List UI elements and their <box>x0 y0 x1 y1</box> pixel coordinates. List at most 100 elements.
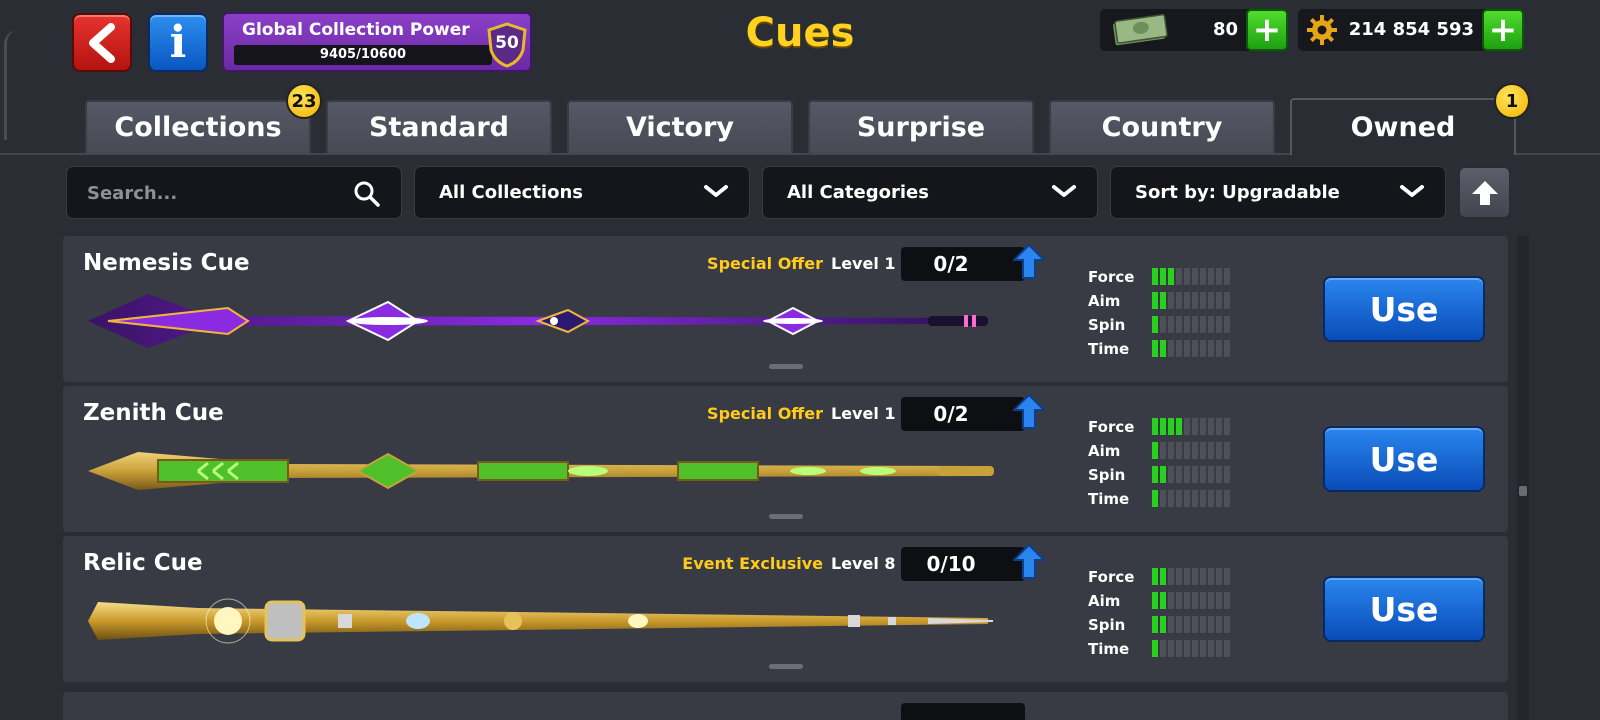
add-cash-button[interactable]: + <box>1246 9 1288 51</box>
stat-row-spin: Spin <box>1088 464 1268 488</box>
stat-segment <box>1184 616 1190 633</box>
stat-segment <box>1192 268 1198 285</box>
coins-value: 214 854 593 <box>1348 19 1474 40</box>
tab-owned[interactable]: Owned <box>1290 98 1516 155</box>
search-box[interactable] <box>66 166 402 219</box>
offer-label: Special Offer <box>707 254 823 273</box>
stat-segment <box>1176 592 1182 609</box>
stat-segment <box>1168 592 1174 609</box>
level-progress-bar: 0/10 <box>901 547 1025 581</box>
stat-segment <box>1168 340 1174 357</box>
cue-stats: Force Aim Spin Time <box>1088 566 1268 662</box>
stat-label: Aim <box>1088 592 1121 610</box>
use-button[interactable]: Use <box>1323 576 1485 642</box>
back-button[interactable] <box>72 13 132 72</box>
cue-level: Level 1 <box>831 404 896 423</box>
stat-segment <box>1176 340 1182 357</box>
stat-segment <box>1208 316 1214 333</box>
level-progress-bar: 0/2 <box>901 397 1025 431</box>
sort-direction-button[interactable] <box>1458 166 1511 219</box>
info-button[interactable]: i <box>148 13 208 72</box>
upgrade-arrow-icon[interactable] <box>1013 394 1045 430</box>
stat-segment <box>1168 640 1174 657</box>
stat-segment <box>1168 268 1174 285</box>
expand-handle[interactable] <box>769 364 803 369</box>
stat-segment <box>1216 292 1222 309</box>
tab-victory[interactable]: Victory <box>567 100 793 153</box>
stat-segment <box>1224 568 1230 585</box>
stat-segment <box>1168 442 1174 459</box>
cash-icon <box>1112 13 1168 46</box>
arrow-up-icon <box>1471 180 1498 205</box>
stat-segment <box>1216 616 1222 633</box>
stat-label: Spin <box>1088 616 1126 634</box>
stat-label: Time <box>1088 340 1130 358</box>
stat-segment <box>1208 292 1214 309</box>
level-progress-text: 0/2 <box>933 252 969 276</box>
tab-label: Surprise <box>856 112 986 143</box>
stat-segment <box>1208 568 1214 585</box>
cue-card-partial <box>63 692 1508 720</box>
search-icon <box>354 181 380 207</box>
stat-segment <box>1184 442 1190 459</box>
tab-label: Victory <box>625 112 735 143</box>
stat-row-aim: Aim <box>1088 290 1268 314</box>
tab-label: Owned <box>1350 112 1456 143</box>
expand-handle[interactable] <box>769 514 803 519</box>
stat-bar-time <box>1152 490 1230 507</box>
stat-segment <box>1184 490 1190 507</box>
add-coins-button[interactable]: + <box>1482 9 1524 51</box>
stat-segment <box>1200 466 1206 483</box>
use-button[interactable]: Use <box>1323 276 1485 342</box>
scrollbar-thumb[interactable] <box>1519 486 1527 496</box>
stat-segment <box>1192 616 1198 633</box>
stat-segment <box>1208 442 1214 459</box>
stat-segment <box>1208 640 1214 657</box>
sort-select[interactable]: Sort by: Upgradable <box>1110 166 1446 219</box>
cue-card[interactable]: Zenith Cue Special Offer Level 1 0/2 For… <box>63 386 1508 532</box>
global-collection-power[interactable]: Global Collection Power 9405/10600 50 <box>222 12 532 72</box>
stat-segment <box>1160 340 1166 357</box>
collection-select[interactable]: All Collections <box>414 166 750 219</box>
stat-segment <box>1200 592 1206 609</box>
frame-curve <box>4 30 18 140</box>
tab-collections[interactable]: Collections <box>85 100 311 153</box>
scrollbar[interactable] <box>1517 236 1529 720</box>
stat-segment <box>1192 442 1198 459</box>
tab-standard[interactable]: Standard <box>326 100 552 153</box>
search-input[interactable] <box>87 179 337 207</box>
cue-card[interactable]: Nemesis Cue Special Offer Level 1 0/2 Fo… <box>63 236 1508 382</box>
stat-segment <box>1168 568 1174 585</box>
plus-icon: + <box>1488 10 1518 50</box>
stat-segment <box>1176 442 1182 459</box>
stat-segment <box>1152 292 1158 309</box>
offer-label: Event Exclusive <box>682 554 823 573</box>
cue-image <box>88 598 993 644</box>
tab-country[interactable]: Country <box>1049 100 1275 153</box>
stat-segment <box>1224 592 1230 609</box>
stat-segment <box>1160 268 1166 285</box>
stat-bar-force <box>1152 268 1230 285</box>
back-arrow-icon <box>89 22 115 63</box>
gcp-progress-text: 9405/10600 <box>319 47 407 62</box>
cue-stats: Force Aim Spin Time <box>1088 416 1268 512</box>
stat-segment <box>1208 592 1214 609</box>
upgrade-arrow-icon[interactable] <box>1013 244 1045 280</box>
expand-handle[interactable] <box>769 664 803 669</box>
stat-segment <box>1184 268 1190 285</box>
upgrade-arrow-icon[interactable] <box>1013 544 1045 580</box>
tab-surprise[interactable]: Surprise <box>808 100 1034 153</box>
stat-label: Force <box>1088 568 1135 586</box>
stat-segment <box>1192 568 1198 585</box>
level-progress-bar: 0/2 <box>901 247 1025 281</box>
use-button[interactable]: Use <box>1323 426 1485 492</box>
stat-segment <box>1224 640 1230 657</box>
category-select[interactable]: All Categories <box>762 166 1098 219</box>
stat-label: Force <box>1088 268 1135 286</box>
info-icon: i <box>169 17 187 68</box>
stat-segment <box>1160 442 1166 459</box>
stat-segment <box>1224 490 1230 507</box>
stat-segment <box>1152 466 1158 483</box>
cue-card[interactable]: Relic Cue Event Exclusive Level 8 0/10 F… <box>63 536 1508 682</box>
stat-segment <box>1160 466 1166 483</box>
